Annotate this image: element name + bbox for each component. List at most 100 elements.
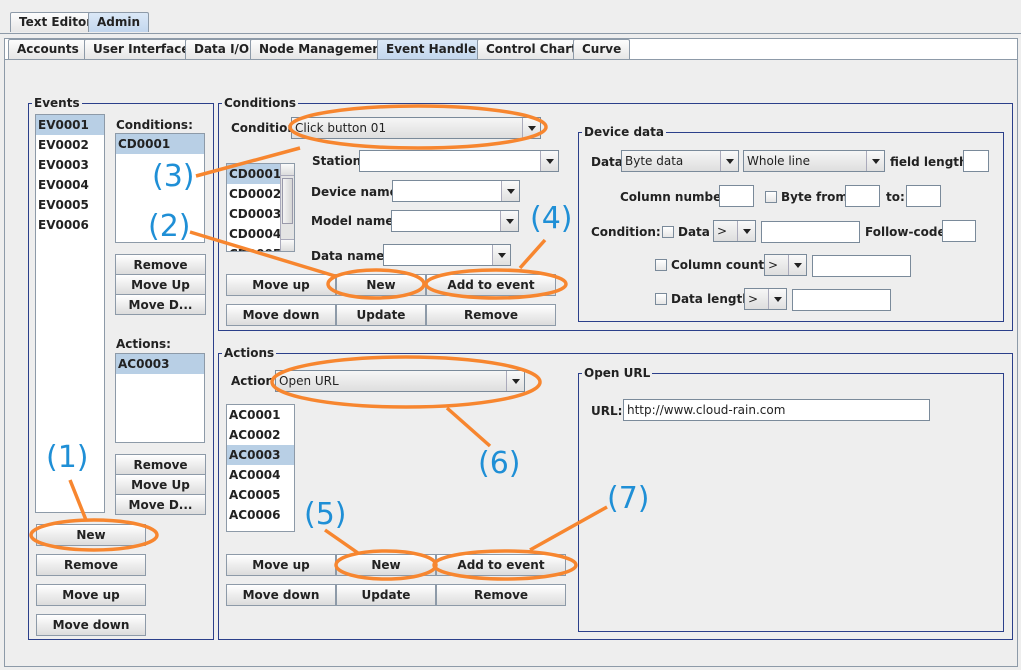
data-name-select[interactable] (383, 244, 511, 266)
action-remove-button[interactable]: Remove (436, 584, 566, 606)
event-action-move-down-button[interactable]: Move D... (115, 494, 206, 515)
url-input[interactable]: http://www.cloud-rain.com (623, 399, 930, 421)
chevron-down-icon[interactable] (506, 371, 524, 391)
action-update-button[interactable]: Update (336, 584, 436, 606)
conditions-list[interactable]: CD0001 CD0002 CD0003 CD0004 CD0005 (226, 163, 295, 252)
model-name-label: Model name: (311, 214, 399, 228)
scroll-thumb[interactable] (282, 178, 293, 224)
list-item[interactable]: AC0006 (227, 505, 294, 525)
column-count-input[interactable] (812, 255, 911, 277)
column-number-input[interactable] (719, 185, 754, 207)
tab-node-management[interactable]: Node Management (250, 39, 396, 59)
byte-to-input[interactable] (906, 185, 941, 207)
condition-new-button[interactable]: New (336, 274, 426, 296)
column-count-op-select[interactable]: > (764, 254, 807, 276)
event-condition-remove-button[interactable]: Remove (115, 254, 206, 275)
list-item[interactable]: EV0003 (36, 155, 104, 175)
data-range-select[interactable]: Whole line (743, 150, 885, 172)
chevron-down-icon[interactable] (500, 211, 518, 231)
field-length-input[interactable] (963, 150, 989, 172)
scroll-down-icon[interactable] (281, 239, 294, 251)
tab-curve[interactable]: Curve (573, 39, 631, 59)
conditions-title: Conditions (222, 96, 299, 110)
action-new-button[interactable]: New (336, 554, 436, 576)
chevron-down-icon[interactable] (768, 289, 786, 309)
event-condition-move-up-button[interactable]: Move Up (115, 274, 206, 295)
chevron-down-icon[interactable] (720, 151, 738, 171)
byte-from-input[interactable] (845, 185, 880, 207)
list-item[interactable]: EV0005 (36, 195, 104, 215)
annotation-label-7: (7) (607, 481, 650, 516)
device-name-select[interactable] (392, 180, 520, 202)
condition-select[interactable]: Click button 01 (291, 117, 541, 139)
tab-data-io[interactable]: Data I/O (185, 39, 259, 59)
list-item[interactable]: EV0002 (36, 135, 104, 155)
event-move-down-button[interactable]: Move down (36, 614, 146, 636)
condition-move-up-button[interactable]: Move up (226, 274, 336, 296)
event-actions-list[interactable]: AC0003 (115, 353, 205, 443)
column-count-label: Column count: (671, 258, 769, 272)
to-label: to: (886, 190, 905, 204)
column-count-checkbox[interactable] (655, 259, 667, 271)
model-name-select[interactable] (391, 210, 519, 232)
annotation-label-4: (4) (530, 201, 573, 236)
event-action-move-up-button[interactable]: Move Up (115, 474, 206, 495)
tab-event-handler[interactable]: Event Handler (377, 39, 492, 59)
follow-code-label: Follow-code: (865, 225, 951, 239)
list-item[interactable]: AC0003 (116, 354, 204, 374)
tab-user-interface[interactable]: User Interface (84, 39, 199, 59)
event-new-button[interactable]: New (36, 524, 146, 546)
event-remove-button[interactable]: Remove (36, 554, 146, 576)
follow-code-input[interactable] (942, 220, 976, 242)
event-action-remove-button[interactable]: Remove (115, 454, 206, 475)
list-item[interactable]: AC0002 (227, 425, 294, 445)
condition-move-down-button[interactable]: Move down (226, 304, 336, 326)
action-move-down-button[interactable]: Move down (226, 584, 336, 606)
chevron-down-icon[interactable] (492, 245, 510, 265)
conditions-list-scrollbar[interactable] (280, 164, 294, 251)
chevron-down-icon[interactable] (501, 181, 519, 201)
chevron-down-icon[interactable] (522, 118, 540, 138)
data-label: Data (591, 155, 623, 169)
data-length-checkbox[interactable] (655, 293, 667, 305)
device-name-label: Device name: (311, 185, 403, 199)
event-move-up-button[interactable]: Move up (36, 584, 146, 606)
list-item[interactable]: AC0005 (227, 485, 294, 505)
list-item[interactable]: AC0001 (227, 405, 294, 425)
chevron-down-icon[interactable] (540, 151, 558, 171)
list-item[interactable]: EV0001 (36, 115, 104, 135)
list-item[interactable]: AC0004 (227, 465, 294, 485)
station-select[interactable] (359, 150, 559, 172)
list-item[interactable]: AC0003 (227, 445, 294, 465)
data-condition-input[interactable] (761, 221, 860, 243)
data-length-input[interactable] (792, 289, 891, 311)
data-name-label: Data name: (311, 249, 390, 263)
tab-control-chart[interactable]: Control Chart (477, 39, 586, 59)
tab-accounts[interactable]: Accounts (8, 39, 88, 59)
byte-from-checkbox[interactable] (765, 191, 777, 203)
action-move-up-button[interactable]: Move up (226, 554, 336, 576)
annotation-label-5: (5) (304, 497, 347, 532)
chevron-down-icon[interactable] (788, 255, 806, 275)
tab-admin[interactable]: Admin (88, 12, 150, 32)
action-add-to-event-button[interactable]: Add to event (436, 554, 566, 576)
chevron-down-icon[interactable] (866, 151, 884, 171)
actions-list[interactable]: AC0001 AC0002 AC0003 AC0004 AC0005 AC000… (226, 404, 295, 532)
scroll-up-icon[interactable] (281, 164, 294, 176)
condition-remove-button[interactable]: Remove (426, 304, 556, 326)
list-item[interactable]: CD0001 (116, 134, 204, 154)
data-type-select[interactable]: Byte data (621, 150, 739, 172)
data-checkbox[interactable] (662, 226, 674, 238)
chevron-down-icon[interactable] (737, 221, 755, 241)
data-length-op-select[interactable]: > (744, 288, 787, 310)
event-condition-move-down-button[interactable]: Move D... (115, 294, 206, 315)
annotation-label-6: (6) (478, 446, 521, 481)
action-select[interactable]: Open URL (275, 370, 525, 392)
condition-update-button[interactable]: Update (336, 304, 426, 326)
data-op-select[interactable]: > (713, 220, 756, 242)
list-item[interactable]: EV0006 (36, 215, 104, 235)
data-op-value: > (717, 224, 728, 238)
condition-add-to-event-button[interactable]: Add to event (426, 274, 556, 296)
action-select-value: Open URL (279, 374, 339, 388)
list-item[interactable]: EV0004 (36, 175, 104, 195)
